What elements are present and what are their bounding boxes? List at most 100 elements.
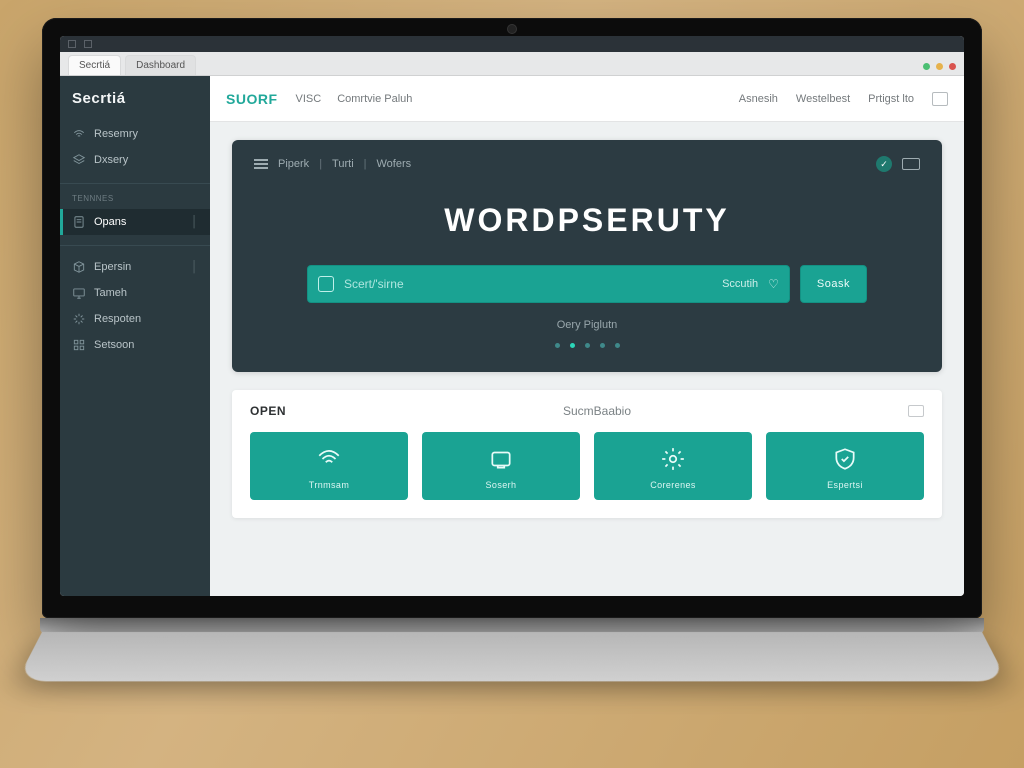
sparkle-icon bbox=[72, 312, 86, 326]
tile-settings[interactable]: Corerenes bbox=[594, 432, 752, 500]
app-logo: SUORF bbox=[226, 91, 278, 107]
hero-toolbar: Piperk | Turti | Wofers ✓ bbox=[254, 156, 920, 172]
browser-tab[interactable]: Secrtiá bbox=[68, 55, 121, 75]
sidebar-item-label: Respoten bbox=[94, 313, 141, 325]
wifi-icon bbox=[72, 127, 86, 141]
content: SUORF VISC Comrtvie Paluh Asnesih Westel… bbox=[210, 76, 964, 596]
tile-label: Espertsi bbox=[827, 480, 863, 490]
carousel-dot-icon[interactable] bbox=[600, 343, 605, 348]
lower-panel: OPEN SucmBaabio Trnmsam bbox=[232, 390, 942, 518]
search-hint: Sccutih bbox=[722, 278, 758, 290]
tile-scan[interactable]: Soserh bbox=[422, 432, 580, 500]
webcam-icon bbox=[507, 24, 517, 34]
gear-icon bbox=[660, 446, 686, 472]
hero-title: WORDPSERUTY bbox=[254, 202, 920, 239]
tile-label: Soserh bbox=[486, 480, 517, 490]
carousel-dot-icon[interactable] bbox=[585, 343, 590, 348]
hamburger-icon[interactable] bbox=[254, 159, 268, 169]
carousel-dot-icon[interactable] bbox=[555, 343, 560, 348]
topbar-right: Asnesih Westelbest Prtigst lto bbox=[739, 92, 948, 106]
search-field[interactable]: Sccutih ♡ bbox=[307, 265, 790, 303]
panel-status: OPEN bbox=[250, 404, 286, 418]
os-taskbar bbox=[60, 36, 964, 52]
os-icon bbox=[68, 40, 76, 48]
sidebar-item-label: Setsoon bbox=[94, 339, 134, 351]
topbar: SUORF VISC Comrtvie Paluh Asnesih Westel… bbox=[210, 76, 964, 122]
window-controls bbox=[923, 63, 956, 75]
nav-link[interactable]: VISC bbox=[296, 93, 322, 105]
nav-link[interactable]: Asnesih bbox=[739, 93, 778, 105]
tile-label: Corerenes bbox=[650, 480, 696, 490]
carousel-dot-icon[interactable] bbox=[570, 343, 575, 348]
sidebar-item-resemry[interactable]: Resemry bbox=[60, 121, 210, 147]
monitor-icon bbox=[72, 286, 86, 300]
window-icon[interactable] bbox=[902, 158, 920, 170]
browser-tabstrip: Secrtiá Dashboard bbox=[60, 52, 964, 76]
app: Secrtiá Resemry Dxsery Tennnes bbox=[60, 76, 964, 596]
sidebar-item-respoten[interactable]: Respoten bbox=[60, 306, 210, 332]
sidebar-item-setsoon[interactable]: Setsoon bbox=[60, 332, 210, 358]
tile-row: Trnmsam Soserh Corerenes bbox=[250, 432, 924, 500]
breadcrumb[interactable]: Piperk bbox=[278, 158, 309, 170]
wifi-icon bbox=[316, 446, 342, 472]
laptop-frame: Secrtiá Dashboard Secrtiá Resemry bbox=[42, 18, 982, 702]
laptop-deck bbox=[16, 632, 1007, 681]
browser-tab[interactable]: Dashboard bbox=[125, 55, 196, 75]
search-button[interactable]: Soask bbox=[800, 265, 867, 303]
panel-title: SucmBaabio bbox=[306, 404, 888, 418]
breadcrumb-sep-icon: | bbox=[319, 158, 322, 170]
hero-subtitle: Oery Piglutn bbox=[254, 319, 920, 331]
breadcrumb[interactable]: Turti bbox=[332, 158, 354, 170]
window-min-icon[interactable] bbox=[923, 63, 930, 70]
app-menu-icon[interactable] bbox=[932, 92, 948, 106]
device-icon bbox=[488, 446, 514, 472]
expand-icon[interactable] bbox=[908, 405, 924, 417]
sidebar-item-label: Tameh bbox=[94, 287, 127, 299]
tile-protect[interactable]: Espertsi bbox=[766, 432, 924, 500]
document-icon bbox=[72, 215, 86, 229]
sidebar-item-label: Opans bbox=[94, 216, 126, 228]
carousel-dot-icon[interactable] bbox=[615, 343, 620, 348]
breadcrumb[interactable]: Wofers bbox=[377, 158, 412, 170]
form-icon bbox=[318, 276, 334, 292]
tile-network[interactable]: Trnmsam bbox=[250, 432, 408, 500]
sidebar-item-opans[interactable]: Opans │ bbox=[60, 209, 210, 235]
breadcrumb-sep-icon: | bbox=[364, 158, 367, 170]
nav-link[interactable]: Westelbest bbox=[796, 93, 850, 105]
screen-bezel: Secrtiá Dashboard Secrtiá Resemry bbox=[42, 18, 982, 618]
window-max-icon[interactable] bbox=[936, 63, 943, 70]
screen: Secrtiá Dashboard Secrtiá Resemry bbox=[60, 36, 964, 596]
grid-icon bbox=[72, 338, 86, 352]
stage: Piperk | Turti | Wofers ✓ WORDPSERU bbox=[210, 122, 964, 596]
sidebar-item-label: Dxsery bbox=[94, 154, 128, 166]
submenu-indicator-icon: │ bbox=[191, 216, 198, 228]
sidebar: Secrtiá Resemry Dxsery Tennnes bbox=[60, 76, 210, 596]
cube-icon bbox=[72, 260, 86, 274]
tile-label: Trnmsam bbox=[309, 480, 349, 490]
sidebar-item-label: Epersin bbox=[94, 261, 131, 273]
nav-link[interactable]: Prtigst lto bbox=[868, 93, 914, 105]
sidebar-group: Resemry Dxsery bbox=[60, 117, 210, 179]
shield-icon bbox=[832, 446, 858, 472]
search-row: Sccutih ♡ Soask bbox=[307, 265, 867, 303]
sidebar-item-epersin[interactable]: Epersin │ bbox=[60, 254, 210, 280]
check-badge-icon[interactable]: ✓ bbox=[876, 156, 892, 172]
window-close-icon[interactable] bbox=[949, 63, 956, 70]
hero-card: Piperk | Turti | Wofers ✓ WORDPSERU bbox=[232, 140, 942, 372]
layers-icon bbox=[72, 153, 86, 167]
panel-head: OPEN SucmBaabio bbox=[250, 404, 924, 418]
sidebar-group: Opans │ bbox=[60, 205, 210, 241]
os-icon bbox=[84, 40, 92, 48]
topbar-nav: VISC Comrtvie Paluh bbox=[296, 93, 413, 105]
submenu-indicator-icon: │ bbox=[191, 261, 198, 273]
search-input[interactable] bbox=[344, 277, 712, 291]
sidebar-item-dxsery[interactable]: Dxsery bbox=[60, 147, 210, 173]
nav-link[interactable]: Comrtvie Paluh bbox=[337, 93, 412, 105]
sidebar-item-label: Resemry bbox=[94, 128, 138, 140]
sidebar-brand: Secrtiá bbox=[60, 76, 210, 117]
sidebar-group: Epersin │ Tameh Respoten bbox=[60, 250, 210, 364]
sidebar-item-tameh[interactable]: Tameh bbox=[60, 280, 210, 306]
divider bbox=[60, 245, 210, 246]
carousel-dots bbox=[254, 343, 920, 348]
heart-icon[interactable]: ♡ bbox=[768, 277, 779, 291]
